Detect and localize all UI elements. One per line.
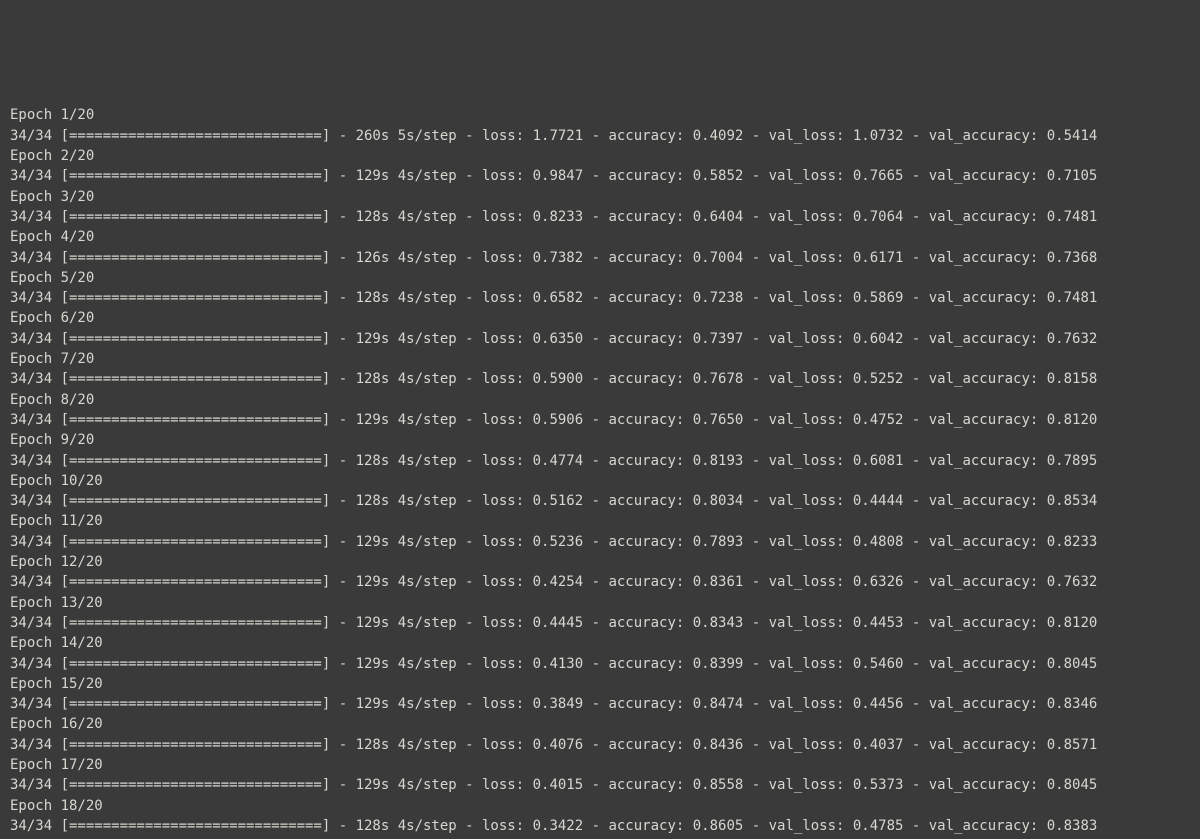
epoch-header: Epoch 2/20	[10, 146, 1192, 166]
training-log-terminal: Epoch 1/2034/34 [=======================…	[0, 101, 1200, 839]
epoch-metrics-line: 34/34 [==============================] -…	[10, 654, 1192, 674]
epoch-metrics-line: 34/34 [==============================] -…	[10, 451, 1192, 471]
epoch-metrics-line: 34/34 [==============================] -…	[10, 369, 1192, 389]
epoch-metrics-line: 34/34 [==============================] -…	[10, 572, 1192, 592]
epoch-metrics-line: 34/34 [==============================] -…	[10, 613, 1192, 633]
epoch-header: Epoch 18/20	[10, 796, 1192, 816]
epoch-metrics-line: 34/34 [==============================] -…	[10, 248, 1192, 268]
epoch-metrics-line: 34/34 [==============================] -…	[10, 532, 1192, 552]
epoch-metrics-line: 34/34 [==============================] -…	[10, 288, 1192, 308]
epoch-metrics-line: 34/34 [==============================] -…	[10, 329, 1192, 349]
epoch-header: Epoch 7/20	[10, 349, 1192, 369]
epoch-header: Epoch 9/20	[10, 430, 1192, 450]
epoch-metrics-line: 34/34 [==============================] -…	[10, 166, 1192, 186]
epoch-header: Epoch 16/20	[10, 714, 1192, 734]
epoch-header: Epoch 3/20	[10, 187, 1192, 207]
epoch-header: Epoch 1/20	[10, 105, 1192, 125]
epoch-header: Epoch 8/20	[10, 390, 1192, 410]
epoch-metrics-line: 34/34 [==============================] -…	[10, 735, 1192, 755]
epoch-header: Epoch 4/20	[10, 227, 1192, 247]
epoch-header: Epoch 13/20	[10, 593, 1192, 613]
epoch-metrics-line: 34/34 [==============================] -…	[10, 410, 1192, 430]
epoch-metrics-line: 34/34 [==============================] -…	[10, 207, 1192, 227]
epoch-header: Epoch 19/20	[10, 836, 1192, 839]
epoch-header: Epoch 5/20	[10, 268, 1192, 288]
epoch-metrics-line: 34/34 [==============================] -…	[10, 491, 1192, 511]
epoch-metrics-line: 34/34 [==============================] -…	[10, 694, 1192, 714]
epoch-header: Epoch 14/20	[10, 633, 1192, 653]
epoch-header: Epoch 6/20	[10, 308, 1192, 328]
epoch-header: Epoch 12/20	[10, 552, 1192, 572]
epoch-metrics-line: 34/34 [==============================] -…	[10, 126, 1192, 146]
epoch-header: Epoch 17/20	[10, 755, 1192, 775]
epoch-header: Epoch 10/20	[10, 471, 1192, 491]
epoch-header: Epoch 11/20	[10, 511, 1192, 531]
epoch-metrics-line: 34/34 [==============================] -…	[10, 775, 1192, 795]
epoch-header: Epoch 15/20	[10, 674, 1192, 694]
